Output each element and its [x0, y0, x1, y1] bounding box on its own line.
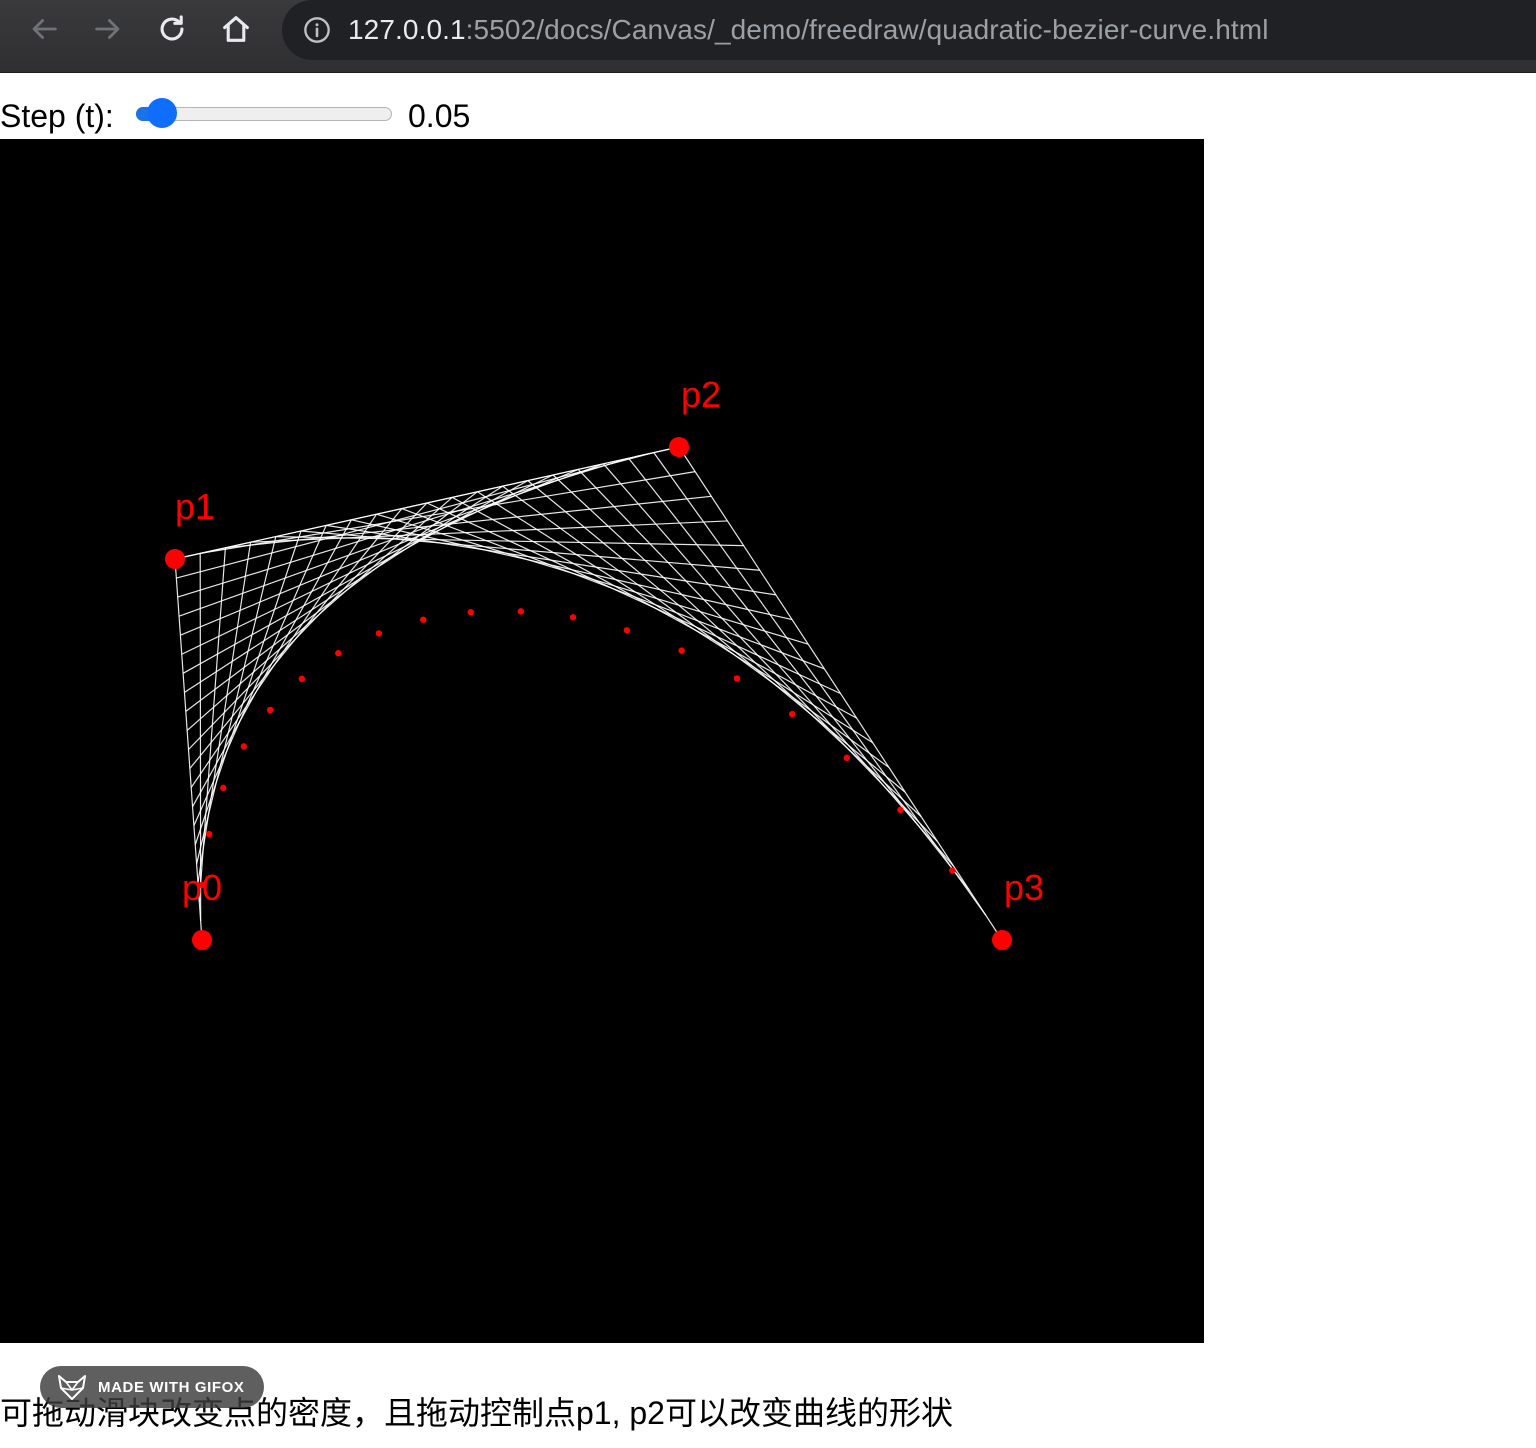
curve-sample-point [843, 754, 851, 762]
watermark-text: MADE WITH GIFOX [98, 1378, 245, 1396]
url-path: :5502/docs/Canvas/_demo/freedraw/quadrat… [465, 14, 1269, 45]
curve-sample-point [897, 806, 904, 814]
gifox-watermark: MADE WITH GIFOX [40, 1366, 264, 1408]
construction-lines [174, 446, 1003, 941]
curve-sample-point [240, 743, 248, 750]
construction-line [177, 457, 629, 598]
forward-arrow-icon [95, 19, 120, 39]
step-label: Step (t): [0, 97, 114, 134]
construction-line [653, 452, 987, 916]
construction-line [678, 446, 1003, 941]
back-button[interactable] [20, 8, 68, 50]
curve-sample-point [420, 616, 427, 623]
bezier-canvas[interactable]: p0 p1 p2 p3 [0, 139, 1204, 1343]
curve-sample-point [375, 630, 383, 637]
reload-button[interactable] [148, 8, 196, 50]
curve-sample-point [623, 627, 631, 634]
control-point-p3[interactable] [992, 930, 1012, 950]
curve-sample-point [949, 867, 956, 874]
construction-line [178, 463, 604, 617]
curve-sample-point [517, 608, 525, 615]
curve-sample-point [335, 650, 342, 657]
info-icon[interactable] [302, 15, 332, 45]
control-point-p2[interactable] [669, 437, 689, 457]
home-icon [223, 16, 249, 42]
control-point-label-p2: p2 [681, 374, 721, 415]
curve-sample-point [298, 675, 306, 683]
curve-sample-point [678, 647, 685, 654]
construction-line [176, 452, 654, 579]
browser-toolbar: 127.0.0.1:5502/docs/Canvas/_demo/freedra… [0, 0, 1536, 73]
control-points: p0 p1 p2 p3 [165, 374, 1044, 950]
construction-line [628, 457, 971, 892]
control-point-p1[interactable] [165, 549, 185, 569]
url-text[interactable]: 127.0.0.1:5502/docs/Canvas/_demo/freedra… [348, 14, 1269, 46]
address-bar[interactable]: 127.0.0.1:5502/docs/Canvas/_demo/freedra… [282, 0, 1536, 60]
curve-sample-point [220, 784, 227, 792]
curve-sample-points [198, 608, 956, 889]
curve-sample-point [266, 706, 274, 714]
curve-sample-point [569, 614, 577, 621]
curve-sample-point [733, 675, 741, 682]
step-controls: Step (t): 0.05 [0, 94, 600, 138]
curve-sample-point [467, 609, 474, 616]
construction-line [602, 463, 955, 867]
step-slider[interactable] [136, 98, 392, 128]
bezier-drawing: p0 p1 p2 p3 [165, 374, 1044, 950]
slider-thumb[interactable] [147, 98, 178, 128]
home-button[interactable] [212, 8, 260, 50]
fox-icon [58, 1375, 86, 1400]
back-arrow-icon [32, 19, 57, 39]
reload-icon [160, 15, 184, 41]
forward-button[interactable] [84, 8, 132, 50]
control-point-label-p0: p0 [182, 867, 222, 908]
curve-sample-point [205, 830, 213, 838]
url-host: 127.0.0.1 [348, 14, 466, 45]
control-point-label-p1: p1 [175, 486, 215, 527]
control-point-p0[interactable] [192, 930, 212, 950]
step-value: 0.05 [408, 98, 471, 134]
curve-sample-point [788, 710, 796, 718]
control-point-label-p3: p3 [1004, 867, 1044, 908]
